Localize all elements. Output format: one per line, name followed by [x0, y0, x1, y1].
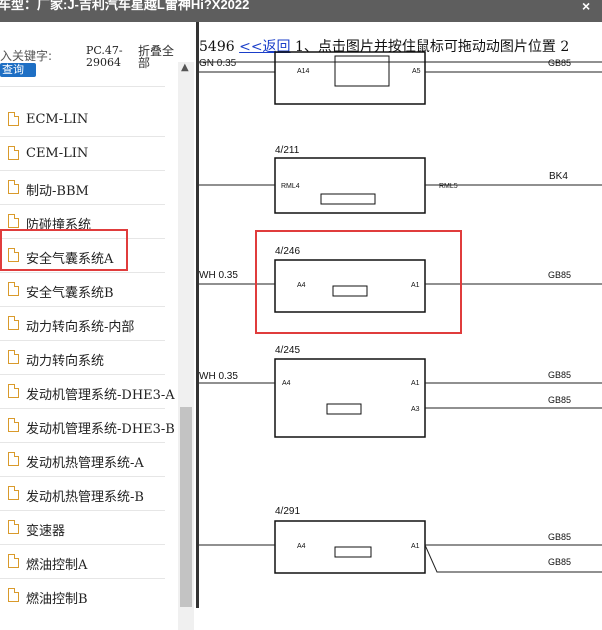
search-row: 入关键字: 查询 PC.47- 29064 折叠全部 [0, 22, 178, 84]
file-icon [8, 112, 19, 126]
file-icon [8, 316, 19, 330]
diagram-panel: 5496 <<返回 1、点击图片并按住鼠标可拖动动图片位置 2 GN 0.35 … [199, 22, 602, 608]
connector-label: 4/291 [275, 506, 300, 517]
window-titlebar: 车型：厂家:J-吉利汽车星越L雷神Hi?X2022 × [0, 0, 602, 22]
tree-item-label: 动力转向系统 [26, 354, 105, 369]
tree-item[interactable]: ECM-LIN [0, 106, 165, 137]
pc-code: PC.47- 29064 [86, 44, 123, 69]
tree-item[interactable]: 制动-BBM [0, 174, 165, 205]
tree-item[interactable]: 发动机管理系统-DHE3-B [0, 412, 175, 443]
scroll-up-icon[interactable]: ▲ [181, 62, 189, 73]
file-icon [8, 282, 19, 296]
tree-item-label: 动力转向系统-内部 [26, 320, 135, 335]
left-panel: 入关键字: 查询 PC.47- 29064 折叠全部 ECM-LIN CEM-LI… [0, 22, 196, 630]
pin-label: A4 [282, 380, 291, 387]
scrollbar-thumb[interactable] [180, 407, 192, 607]
file-icon [8, 486, 19, 500]
tree-item[interactable]: 变速器 [0, 514, 165, 545]
tree-item[interactable]: 发动机管理系统-DHE3-A [0, 378, 175, 409]
tree-item[interactable]: 发动机热管理系统-B [0, 480, 165, 511]
window-title: 车型：厂家:J-吉利汽车星越L雷神Hi?X2022 [0, 0, 250, 12]
tree-item-label: 燃油控制A [26, 558, 88, 573]
close-button[interactable]: × [582, 0, 600, 18]
pin-label: A1 [411, 380, 420, 387]
file-icon [8, 384, 19, 398]
tree-item[interactable]: 燃油控制A [0, 548, 165, 579]
file-icon [8, 350, 19, 364]
pin-label: RML5 [439, 183, 458, 190]
file-icon [8, 146, 19, 160]
tree-item-label: CEM-LIN [26, 146, 89, 161]
pin-label: A1 [411, 543, 420, 550]
tree-item[interactable]: 动力转向系统 [0, 344, 165, 375]
search-button[interactable]: 查询 [0, 63, 36, 77]
wire-label: GB85 [548, 557, 571, 567]
pin-label: A4 [297, 543, 306, 550]
pin-label: A3 [411, 406, 420, 413]
wire-label: GN 0.35 [199, 58, 237, 69]
pin-label: A14 [297, 68, 310, 75]
connector-label: 4/211 [275, 145, 300, 156]
search-label: 入关键字: [0, 49, 53, 63]
file-icon [8, 520, 19, 534]
wire-label: WH 0.35 [199, 270, 238, 281]
selection-highlight [0, 229, 128, 271]
wire-label: GB85 [548, 270, 571, 280]
file-icon [8, 588, 19, 602]
file-icon [8, 214, 19, 228]
collapse-all-link[interactable]: 折叠全部 [138, 45, 178, 69]
pin-label: A5 [412, 68, 421, 75]
tree-item-label: 发动机管理系统-DHE3-A [26, 388, 175, 403]
wire-label: BK4 [549, 171, 568, 182]
tree-scrollbar[interactable]: ▲ [178, 62, 194, 630]
tree-item-label: ECM-LIN [26, 112, 89, 127]
wire-label: GB85 [548, 532, 571, 542]
tree-item-label: 安全气囊系统B [26, 286, 114, 301]
tree-item-label: 发动机热管理系统-B [26, 490, 144, 505]
tree-item-label: 制动-BBM [26, 184, 89, 199]
tree-item[interactable]: CEM-LIN [0, 140, 165, 171]
tree-item-label: 燃油控制B [26, 592, 88, 607]
tree-item-partial[interactable] [0, 76, 165, 87]
file-icon [8, 554, 19, 568]
tree-item-label: 变速器 [26, 524, 66, 539]
wire-label: GB85 [548, 370, 571, 380]
tree-item[interactable]: 动力转向系统-内部 [0, 310, 165, 341]
connector-label: 4/245 [275, 345, 300, 356]
tree-item[interactable]: 发动机热管理系统-A [0, 446, 165, 477]
wire-label: GB85 [548, 395, 571, 405]
connector-highlight [255, 230, 462, 334]
wire-label: GB85 [548, 58, 571, 68]
file-icon [8, 418, 19, 432]
file-icon [8, 452, 19, 466]
pin-label: RML4 [281, 183, 300, 190]
tree-item-label: 发动机热管理系统-A [26, 456, 144, 471]
tree-item[interactable]: 安全气囊系统B [0, 276, 165, 307]
file-icon [8, 180, 19, 194]
tree-item-label: 发动机管理系统-DHE3-B [26, 422, 175, 437]
wire-label: WH 0.35 [199, 371, 238, 382]
